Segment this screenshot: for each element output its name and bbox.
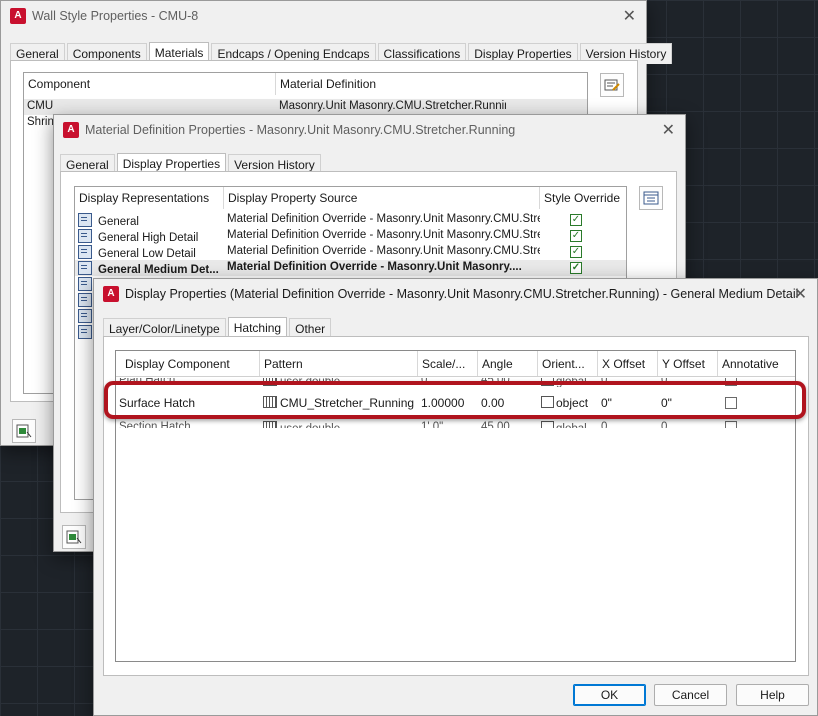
autocad-app-icon: A [103, 286, 119, 302]
scale-cell: 1' 0" [421, 421, 444, 433]
dialog-title: Material Definition Properties - Masonry… [85, 123, 516, 137]
title-bar: A Material Definition Properties - Mason… [54, 115, 685, 145]
title-bar: A Display Properties (Material Definitio… [94, 279, 817, 309]
list-row[interactable]: CMU Masonry.Unit Masonry.CMU.Stretcher.R… [24, 99, 587, 115]
representation-icon [78, 309, 92, 323]
column-header-x-offset[interactable]: X Offset [598, 351, 658, 376]
list-row[interactable]: General High Detail Material Definition … [75, 228, 626, 244]
display-properties-dialog: A Display Properties (Material Definitio… [93, 278, 818, 716]
component-cell: CMU [27, 100, 54, 112]
autocad-app-icon: A [63, 122, 79, 138]
style-override-checkbox[interactable]: ✓ [570, 262, 582, 274]
cancel-button[interactable]: Cancel [654, 684, 727, 706]
list-row[interactable]: General Material Definition Override - M… [75, 212, 626, 228]
representation-icon [78, 277, 92, 291]
autocad-app-icon: A [10, 8, 26, 24]
list-header: Display Representations Display Property… [75, 187, 626, 209]
list-header: Component Material Definition [24, 73, 587, 95]
y-offset-cell: 0 [661, 421, 668, 433]
style-override-checkbox[interactable]: ✓ [570, 246, 582, 258]
highlight-annotation [104, 381, 806, 419]
header-divider [116, 376, 795, 377]
representation-icon [78, 229, 92, 243]
list-header: Display Component Pattern Scale/... Angl… [116, 351, 795, 376]
rep-name: General Low Detail [98, 248, 196, 260]
rep-name: General High Detail [98, 232, 199, 244]
column-header-angle[interactable]: Angle [478, 351, 538, 376]
source-cell: Material Definition Override - Masonry.U… [227, 261, 522, 273]
close-icon[interactable]: ✕ [662, 120, 675, 140]
column-header-representations[interactable]: Display Representations [75, 187, 224, 209]
column-header-display-component[interactable]: Display Component [116, 351, 260, 376]
dialog-title: Wall Style Properties - CMU-8 [32, 9, 199, 23]
column-header-annotative[interactable]: Annotative [718, 351, 795, 376]
column-header-component[interactable]: Component [24, 73, 276, 95]
representation-icon [78, 261, 92, 275]
close-icon[interactable]: ✕ [623, 6, 636, 26]
orientation-icon [541, 421, 554, 428]
list-row[interactable]: General Medium Det... Material Definitio… [75, 260, 626, 276]
close-icon[interactable]: ✕ [794, 284, 807, 304]
representation-icon [78, 293, 92, 307]
representation-icon [78, 213, 92, 227]
display-properties-icon [643, 191, 659, 205]
column-header-material[interactable]: Material Definition [276, 73, 586, 95]
display-manager-icon [66, 530, 82, 544]
column-header-scale[interactable]: Scale/... [418, 351, 478, 376]
column-header-pattern[interactable]: Pattern [260, 351, 418, 376]
component-cell: Section Hatch [119, 421, 191, 433]
edit-display-properties-button[interactable] [639, 186, 663, 210]
representation-icon [78, 245, 92, 259]
display-manager-icon [16, 424, 32, 438]
help-button[interactable]: Help [736, 684, 809, 706]
edit-material-icon [604, 79, 620, 91]
ok-button[interactable]: OK [573, 684, 646, 706]
pattern-cell: user double [280, 423, 341, 434]
title-bar: A Wall Style Properties - CMU-8 ✕ [1, 1, 646, 31]
display-manager-button[interactable] [12, 419, 36, 443]
angle-cell: 45.00 [481, 421, 510, 433]
dialog-title: Display Properties (Material Definition … [125, 287, 799, 301]
edit-material-button[interactable] [600, 73, 624, 97]
rep-name: General Medium Det... [98, 264, 219, 276]
hatch-pattern-icon [263, 421, 277, 428]
table-row[interactable]: Section Hatch user double 1' 0" 45.00 gl… [116, 420, 795, 434]
column-header-y-offset[interactable]: Y Offset [658, 351, 718, 376]
column-header-source[interactable]: Display Property Source [224, 187, 540, 209]
representation-icon [78, 325, 92, 339]
column-header-style-override[interactable]: Style Override [540, 187, 626, 209]
rep-name: General [98, 216, 139, 228]
source-cell: Material Definition Override - Masonry.U… [227, 229, 540, 241]
display-manager-button[interactable] [62, 525, 86, 549]
source-cell: Material Definition Override - Masonry.U… [227, 213, 540, 225]
orient-cell: global [556, 423, 587, 434]
annotative-checkbox[interactable] [725, 421, 737, 428]
style-override-checkbox[interactable]: ✓ [570, 214, 582, 226]
source-cell: Material Definition Override - Masonry.U… [227, 245, 540, 257]
x-offset-cell: 0 [601, 421, 608, 433]
style-override-checkbox[interactable]: ✓ [570, 230, 582, 242]
list-row[interactable]: General Low Detail Material Definition O… [75, 244, 626, 260]
column-header-orientation[interactable]: Orient... [538, 351, 598, 376]
material-cell: Masonry.Unit Masonry.CMU.Stretcher.Runni… [279, 100, 506, 112]
